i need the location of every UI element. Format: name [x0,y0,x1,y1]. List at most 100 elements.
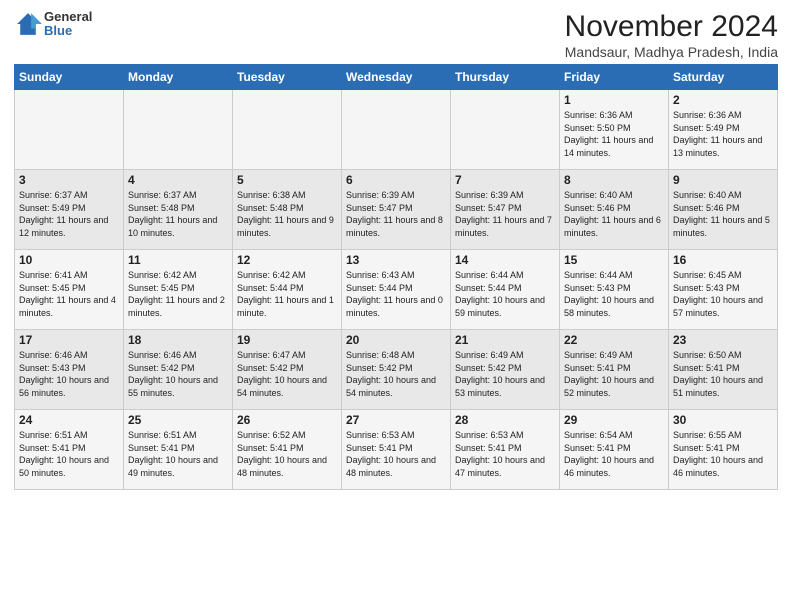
subtitle: Mandsaur, Madhya Pradesh, India [565,44,778,60]
day-number: 1 [564,93,664,107]
day-info: Sunrise: 6:51 AM Sunset: 5:41 PM Dayligh… [128,429,228,479]
day-info: Sunrise: 6:45 AM Sunset: 5:43 PM Dayligh… [673,269,773,319]
day-info: Sunrise: 6:39 AM Sunset: 5:47 PM Dayligh… [346,189,446,239]
day-cell [233,90,342,170]
day-info: Sunrise: 6:36 AM Sunset: 5:50 PM Dayligh… [564,109,664,159]
day-cell [15,90,124,170]
day-cell: 28 Sunrise: 6:53 AM Sunset: 5:41 PM Dayli… [451,410,560,490]
day-number: 13 [346,253,446,267]
logo-blue-text: Blue [44,24,92,38]
day-info: Sunrise: 6:39 AM Sunset: 5:47 PM Dayligh… [455,189,555,239]
day-number: 18 [128,333,228,347]
day-cell: 25 Sunrise: 6:51 AM Sunset: 5:41 PM Dayli… [124,410,233,490]
day-number: 30 [673,413,773,427]
col-friday: Friday [560,65,669,90]
month-title: November 2024 [565,10,778,44]
day-cell: 17 Sunrise: 6:46 AM Sunset: 5:43 PM Dayli… [15,330,124,410]
day-number: 25 [128,413,228,427]
day-info: Sunrise: 6:46 AM Sunset: 5:43 PM Dayligh… [19,349,119,399]
day-cell [342,90,451,170]
day-info: Sunrise: 6:44 AM Sunset: 5:44 PM Dayligh… [455,269,555,319]
day-cell: 8 Sunrise: 6:40 AM Sunset: 5:46 PM Daylig… [560,170,669,250]
day-cell: 30 Sunrise: 6:55 AM Sunset: 5:41 PM Dayli… [669,410,778,490]
day-number: 26 [237,413,337,427]
logo-text: General Blue [44,10,92,39]
day-cell: 5Sunrise: 6:38 AM Sunset: 5:48 PM Daylig… [233,170,342,250]
day-info: Sunrise: 6:52 AM Sunset: 5:41 PM Dayligh… [237,429,337,479]
day-number: 10 [19,253,119,267]
title-section: November 2024 Mandsaur, Madhya Pradesh, … [565,10,778,60]
week-row-2: 3 Sunrise: 6:37 AM Sunset: 5:49 PM Daylig… [15,170,778,250]
col-sunday: Sunday [15,65,124,90]
day-cell: 21 Sunrise: 6:49 AM Sunset: 5:42 PM Dayli… [451,330,560,410]
day-info: Sunrise: 6:36 AM Sunset: 5:49 PM Dayligh… [673,109,773,159]
day-number: 11 [128,253,228,267]
day-info: Sunrise: 6:43 AM Sunset: 5:44 PM Dayligh… [346,269,446,319]
day-info: Sunrise: 6:53 AM Sunset: 5:41 PM Dayligh… [455,429,555,479]
day-cell: 14 Sunrise: 6:44 AM Sunset: 5:44 PM Dayli… [451,250,560,330]
day-cell: 24 Sunrise: 6:51 AM Sunset: 5:41 PM Dayli… [15,410,124,490]
day-number: 6 [346,173,446,187]
day-cell: 15 Sunrise: 6:44 AM Sunset: 5:43 PM Dayli… [560,250,669,330]
day-number: 17 [19,333,119,347]
logo: General Blue [14,10,92,39]
day-number: 15 [564,253,664,267]
page-container: General Blue November 2024 Mandsaur, Mad… [0,0,792,498]
day-number: 28 [455,413,555,427]
day-number: 27 [346,413,446,427]
day-number: 3 [19,173,119,187]
day-cell: 10 Sunrise: 6:41 AM Sunset: 5:45 PM Dayli… [15,250,124,330]
day-info: Sunrise: 6:42 AM Sunset: 5:45 PM Dayligh… [128,269,228,319]
day-cell [451,90,560,170]
day-info: Sunrise: 6:53 AM Sunset: 5:41 PM Dayligh… [346,429,446,479]
day-number: 19 [237,333,337,347]
day-number: 5 [237,173,337,187]
day-info: Sunrise: 6:49 AM Sunset: 5:42 PM Dayligh… [455,349,555,399]
day-cell: 1 Sunrise: 6:36 AM Sunset: 5:50 PM Daylig… [560,90,669,170]
day-cell: 2Sunrise: 6:36 AM Sunset: 5:49 PM Daylig… [669,90,778,170]
day-cell: 18Sunrise: 6:46 AM Sunset: 5:42 PM Dayli… [124,330,233,410]
day-info: Sunrise: 6:55 AM Sunset: 5:41 PM Dayligh… [673,429,773,479]
day-number: 29 [564,413,664,427]
day-cell: 11 Sunrise: 6:42 AM Sunset: 5:45 PM Dayli… [124,250,233,330]
day-info: Sunrise: 6:44 AM Sunset: 5:43 PM Dayligh… [564,269,664,319]
day-cell: 13 Sunrise: 6:43 AM Sunset: 5:44 PM Dayli… [342,250,451,330]
day-number: 4 [128,173,228,187]
day-cell: 29 Sunrise: 6:54 AM Sunset: 5:41 PM Dayli… [560,410,669,490]
day-info: Sunrise: 6:51 AM Sunset: 5:41 PM Dayligh… [19,429,119,479]
week-row-4: 17 Sunrise: 6:46 AM Sunset: 5:43 PM Dayli… [15,330,778,410]
day-number: 24 [19,413,119,427]
logo-icon [14,10,42,38]
header: General Blue November 2024 Mandsaur, Mad… [14,10,778,60]
day-cell: 20Sunrise: 6:48 AM Sunset: 5:42 PM Dayli… [342,330,451,410]
day-number: 12 [237,253,337,267]
logo-general-text: General [44,10,92,24]
day-number: 23 [673,333,773,347]
day-number: 21 [455,333,555,347]
day-cell: 9Sunrise: 6:40 AM Sunset: 5:46 PM Daylig… [669,170,778,250]
col-wednesday: Wednesday [342,65,451,90]
day-number: 8 [564,173,664,187]
day-info: Sunrise: 6:49 AM Sunset: 5:41 PM Dayligh… [564,349,664,399]
day-info: Sunrise: 6:41 AM Sunset: 5:45 PM Dayligh… [19,269,119,319]
day-info: Sunrise: 6:47 AM Sunset: 5:42 PM Dayligh… [237,349,337,399]
day-info: Sunrise: 6:54 AM Sunset: 5:41 PM Dayligh… [564,429,664,479]
day-cell: 22Sunrise: 6:49 AM Sunset: 5:41 PM Dayli… [560,330,669,410]
day-cell: 6 Sunrise: 6:39 AM Sunset: 5:47 PM Daylig… [342,170,451,250]
day-cell: 19 Sunrise: 6:47 AM Sunset: 5:42 PM Dayli… [233,330,342,410]
day-number: 16 [673,253,773,267]
day-cell: 27 Sunrise: 6:53 AM Sunset: 5:41 PM Dayli… [342,410,451,490]
day-info: Sunrise: 6:40 AM Sunset: 5:46 PM Dayligh… [564,189,664,239]
week-row-1: 1 Sunrise: 6:36 AM Sunset: 5:50 PM Daylig… [15,90,778,170]
day-number: 20 [346,333,446,347]
week-row-3: 10 Sunrise: 6:41 AM Sunset: 5:45 PM Dayli… [15,250,778,330]
calendar-table: Sunday Monday Tuesday Wednesday Thursday… [14,64,778,490]
day-cell: 26 Sunrise: 6:52 AM Sunset: 5:41 PM Dayli… [233,410,342,490]
col-tuesday: Tuesday [233,65,342,90]
day-number: 14 [455,253,555,267]
col-thursday: Thursday [451,65,560,90]
day-number: 9 [673,173,773,187]
day-cell: 16 Sunrise: 6:45 AM Sunset: 5:43 PM Dayli… [669,250,778,330]
day-info: Sunrise: 6:37 AM Sunset: 5:49 PM Dayligh… [19,189,119,239]
calendar-body: 1 Sunrise: 6:36 AM Sunset: 5:50 PM Daylig… [15,90,778,490]
